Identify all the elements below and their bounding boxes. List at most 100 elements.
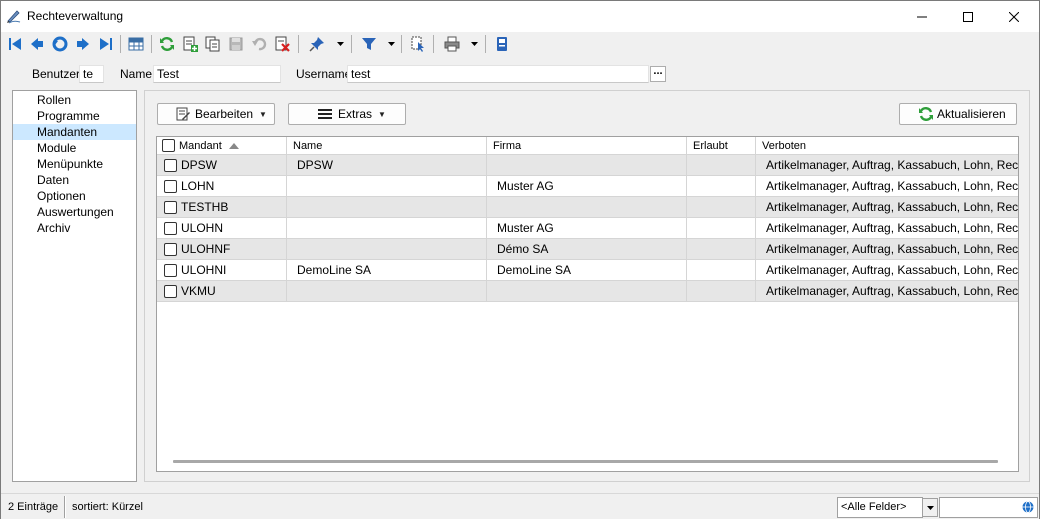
- pin-button[interactable]: [307, 34, 327, 54]
- sidebar-item-daten[interactable]: Daten: [13, 172, 136, 188]
- last-record-button[interactable]: [96, 34, 116, 54]
- filter-dropdown[interactable]: [386, 34, 396, 54]
- cell-name: [287, 239, 487, 259]
- username-lookup-button[interactable]: ...: [650, 66, 666, 82]
- column-header-erlaubt[interactable]: Erlaubt: [687, 137, 756, 155]
- window-title: Rechteverwaltung: [27, 9, 124, 23]
- filter-button[interactable]: [359, 34, 379, 54]
- cell-erlaubt: [687, 239, 756, 259]
- new-record-button[interactable]: [180, 34, 200, 54]
- table-row[interactable]: ULOHN Muster AG Artikelmanager, Auftrag, K…: [157, 218, 1018, 239]
- table-view-button[interactable]: [126, 34, 146, 54]
- cell-erlaubt: [687, 281, 756, 301]
- pin-dropdown[interactable]: [335, 34, 345, 54]
- print-dropdown[interactable]: [469, 34, 479, 54]
- chevron-down-icon: [387, 42, 395, 46]
- cell-firma: Muster AG: [487, 176, 687, 196]
- cell-verboten: Artikelmanager, Auftrag, Kassabuch, Lohn…: [766, 221, 1018, 235]
- cell-mandant: ULOHNF: [157, 239, 287, 259]
- table-row[interactable]: TESTHB Artikelmanager, Auftrag, Kassabuch…: [157, 197, 1018, 218]
- delete-icon: [275, 36, 290, 52]
- first-icon: [9, 38, 21, 50]
- status-separator: [64, 496, 66, 518]
- globe-search-icon[interactable]: [1022, 501, 1034, 513]
- name-field[interactable]: Test: [153, 65, 281, 83]
- toolbar-separator: [298, 35, 299, 53]
- benutzer-field[interactable]: te: [79, 65, 104, 83]
- cell-name: [287, 176, 487, 196]
- print-icon: [444, 36, 460, 52]
- back-button[interactable]: [50, 34, 70, 54]
- cell-firma: [487, 197, 687, 217]
- extras-button[interactable]: Extras ▼: [288, 103, 406, 125]
- select-all-checkbox[interactable]: [162, 139, 175, 152]
- minimize-button[interactable]: [899, 1, 945, 32]
- save-button[interactable]: [226, 34, 246, 54]
- toolbar: [1, 32, 1039, 56]
- table-row[interactable]: ULOHNI DemoLine SA DemoLine SA Artikelmanag…: [157, 260, 1018, 281]
- column-header-mandant[interactable]: Mandant: [157, 137, 287, 155]
- toolbar-separator: [401, 35, 402, 53]
- next-record-button[interactable]: [73, 34, 93, 54]
- bearbeiten-button[interactable]: Bearbeiten ▼: [157, 103, 275, 125]
- refresh-button[interactable]: [157, 34, 177, 54]
- refresh-icon: [919, 107, 933, 121]
- cell-mandant: TESTHB: [157, 197, 287, 217]
- print-button[interactable]: [442, 34, 462, 54]
- sidebar-item-archiv[interactable]: Archiv: [13, 220, 136, 236]
- toolbar-separator: [151, 35, 152, 53]
- table-row[interactable]: ULOHNF Démo SA Artikelmanager, Auftrag, Ka…: [157, 239, 1018, 260]
- cell-erlaubt: [687, 155, 756, 175]
- sidebar-item-mandanten[interactable]: Mandanten: [13, 124, 136, 140]
- bearbeiten-label: Bearbeiten: [195, 107, 254, 121]
- cell-name: [287, 281, 487, 301]
- edit-icon: [176, 107, 190, 121]
- sidebar-item-rollen[interactable]: Rollen: [13, 92, 136, 108]
- info-icon: [497, 37, 507, 51]
- cell-verboten: Artikelmanager, Auftrag, Kassabuch, Lohn…: [766, 263, 1018, 277]
- cell-mandant: VKMU: [157, 281, 287, 301]
- info-button[interactable]: [492, 34, 512, 54]
- mandanten-grid: Mandant Name Firma Erlaubt Verboten DPSW…: [156, 136, 1019, 472]
- cell-mandant: ULOHNI: [157, 260, 287, 280]
- username-field[interactable]: test: [347, 65, 649, 83]
- column-header-name[interactable]: Name: [287, 137, 487, 155]
- username-label: Username: [296, 67, 352, 81]
- copy-record-button[interactable]: [203, 34, 223, 54]
- search-input[interactable]: [939, 497, 1038, 518]
- sidebar-item-programme[interactable]: Programme: [13, 108, 136, 124]
- toolbar-separator: [485, 35, 486, 53]
- select-button[interactable]: [408, 34, 428, 54]
- save-icon: [229, 37, 243, 51]
- undo-button[interactable]: [249, 34, 269, 54]
- window: Rechteverwaltung Benutzer te Name Test U…: [0, 0, 1040, 519]
- aktualisieren-button[interactable]: Aktualisieren: [899, 103, 1017, 125]
- chevron-down-icon: ▼: [259, 109, 267, 119]
- column-header-verboten[interactable]: Verboten: [756, 137, 1018, 155]
- maximize-button[interactable]: [945, 1, 991, 32]
- column-header-firma[interactable]: Firma: [487, 137, 687, 155]
- sidebar-item-auswertungen[interactable]: Auswertungen: [13, 204, 136, 220]
- chevron-down-icon: [926, 505, 934, 510]
- horizontal-scrollbar[interactable]: [173, 460, 998, 463]
- prev-record-button[interactable]: [27, 34, 47, 54]
- delete-record-button[interactable]: [272, 34, 292, 54]
- cell-name: DemoLine SA: [287, 260, 487, 280]
- extras-label: Extras: [338, 107, 373, 121]
- sidebar-item-module[interactable]: Module: [13, 140, 136, 156]
- sidebar-item-optionen[interactable]: Optionen: [13, 188, 136, 204]
- cell-erlaubt: [687, 176, 756, 196]
- table-row[interactable]: LOHN Muster AG Artikelmanager, Auftrag, Ka…: [157, 176, 1018, 197]
- table-row[interactable]: DPSW DPSW Artikelmanager, Auftrag, Kassabu…: [157, 155, 1018, 176]
- field-selector-dropdown[interactable]: [922, 498, 938, 517]
- select-icon: [411, 36, 424, 52]
- close-button[interactable]: [991, 1, 1037, 32]
- cell-erlaubt: [687, 197, 756, 217]
- table-row[interactable]: VKMU Artikelmanager, Auftrag, Kassabuch, …: [157, 281, 1018, 302]
- first-record-button[interactable]: [5, 34, 25, 54]
- sidebar-item-menuepunkte[interactable]: Menüpunkte: [13, 156, 136, 172]
- field-selector[interactable]: <Alle Felder>: [837, 497, 923, 518]
- cell-verboten: Artikelmanager, Auftrag, Kassabuch, Lohn…: [766, 158, 1018, 172]
- toolbar-separator: [433, 35, 434, 53]
- sidebar: Rollen Programme Mandanten Module Menüpu…: [12, 90, 137, 482]
